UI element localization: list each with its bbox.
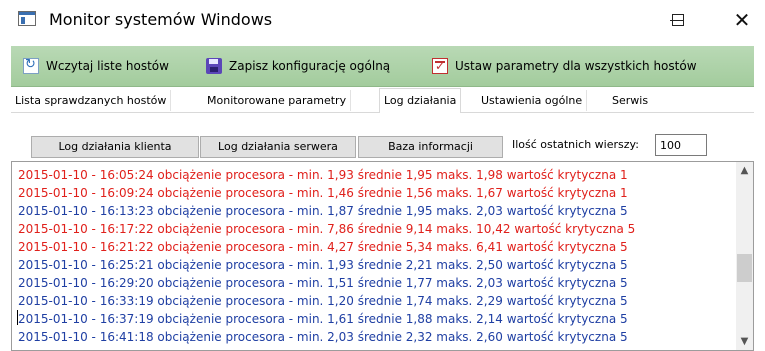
set-params-label: Ustaw parametry dla wszystkich hostów [455, 59, 697, 73]
title-bar: Monitor systemów Windows ✕ [0, 0, 765, 40]
close-button[interactable]: ✕ [719, 0, 765, 40]
log-line: 2015-01-10 - 16:17:22 obciążenie proceso… [18, 222, 636, 236]
vertical-scrollbar[interactable]: ▲ ▼ [736, 162, 753, 350]
log-line: 2015-01-10 - 16:05:24 obciążenie proceso… [18, 168, 628, 182]
log-line: 2015-01-10 - 16:09:24 obciążenie proceso… [18, 186, 628, 200]
save-config-button[interactable]: Zapisz konfigurację ogólną [206, 46, 390, 86]
maximize-icon [672, 14, 684, 26]
line-count-input[interactable] [655, 134, 707, 156]
scroll-up-icon[interactable]: ▲ [736, 162, 753, 179]
refresh-icon [23, 57, 39, 74]
scroll-thumb[interactable] [737, 254, 752, 282]
log-line: 2015-01-10 - 16:21:22 obciążenie proceso… [18, 240, 628, 254]
close-icon: ✕ [733, 8, 751, 32]
text-caret [17, 310, 18, 325]
log-line: 2015-01-10 - 16:25:21 obciążenie proceso… [18, 258, 628, 272]
floppy-disk-icon [206, 58, 222, 74]
app-window-icon [18, 11, 36, 26]
tab-monitored-params[interactable]: Monitorowane parametry [203, 90, 352, 111]
tab-general-settings[interactable]: Ustawienia ogólne [477, 90, 588, 111]
tab-strip: Lista sprawdzanych hostów Monitorowane p… [11, 88, 754, 114]
load-hosts-label: Wczytaj liste hostów [46, 59, 169, 73]
server-log-button[interactable]: Log działania serwera [200, 136, 356, 158]
set-params-button[interactable]: Ustaw parametry dla wszystkich hostów [432, 46, 697, 86]
log-line: 2015-01-10 - 16:13:23 obciążenie proceso… [18, 204, 628, 218]
load-hosts-button[interactable]: Wczytaj liste hostów [23, 46, 169, 86]
log-line: 2015-01-10 - 16:37:19 obciążenie proceso… [18, 312, 628, 326]
save-config-label: Zapisz konfigurację ogólną [229, 59, 391, 73]
tab-service[interactable]: Serwis [608, 90, 652, 111]
tab-host-list[interactable]: Lista sprawdzanych hostów [11, 90, 172, 111]
maximize-button[interactable] [655, 0, 701, 40]
toolbar: Wczytaj liste hostów Zapisz konfigurację… [11, 46, 754, 87]
log-textarea[interactable]: 2015-01-10 - 16:05:24 obciążenie proceso… [11, 161, 754, 351]
log-lines: 2015-01-10 - 16:05:24 obciążenie proceso… [18, 166, 635, 346]
log-line: 2015-01-10 - 16:29:20 obciążenie proceso… [18, 276, 628, 290]
client-log-button[interactable]: Log działania klienta [31, 136, 199, 158]
tab-activity-log[interactable]: Log działania [379, 88, 462, 114]
scroll-down-icon[interactable]: ▼ [736, 333, 753, 350]
line-count-label: Ilość ostatnich wierszy: [512, 138, 639, 151]
log-line: 2015-01-10 - 16:41:18 obciążenie proceso… [18, 330, 628, 344]
info-database-button[interactable]: Baza informacji [358, 136, 503, 158]
window-title: Monitor systemów Windows [49, 10, 273, 29]
log-line: 2015-01-10 - 16:33:19 obciążenie proceso… [18, 294, 628, 308]
checklist-icon [432, 58, 448, 74]
